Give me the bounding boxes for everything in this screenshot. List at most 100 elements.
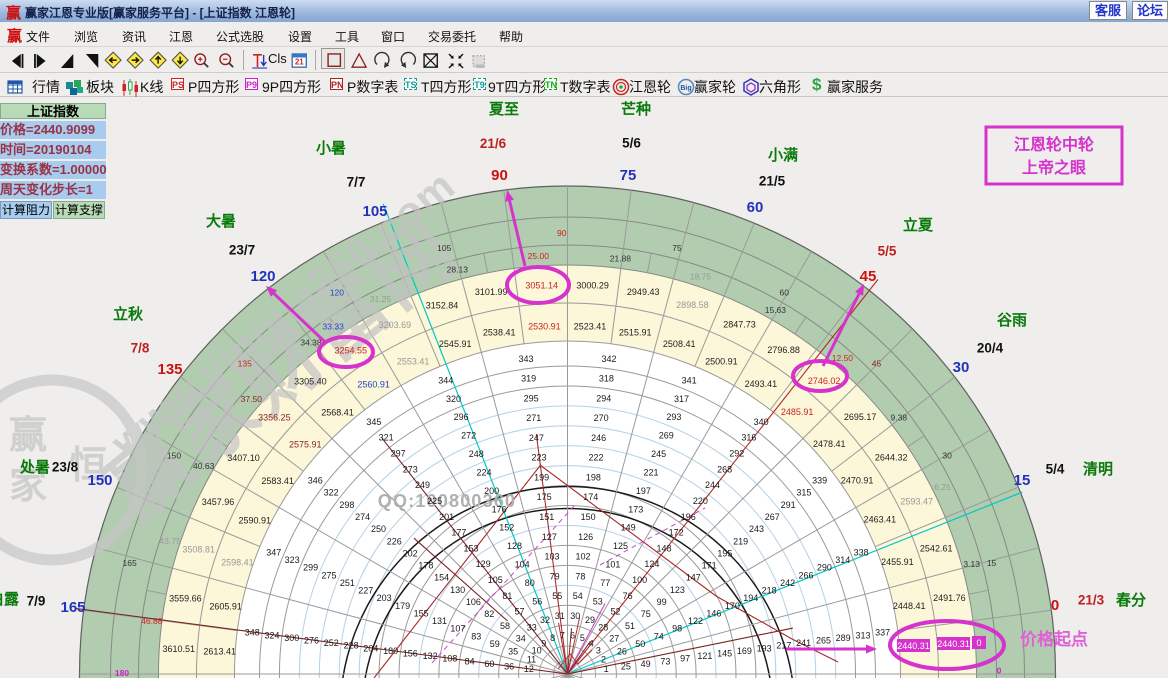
svg-text:123: 123 (670, 585, 685, 595)
svg-text:102: 102 (575, 552, 590, 562)
svg-text:171: 171 (702, 561, 717, 571)
svg-text:172: 172 (669, 528, 684, 538)
svg-text:2542.61: 2542.61 (920, 544, 953, 554)
svg-text:60: 60 (484, 659, 494, 669)
svg-text:219: 219 (733, 536, 748, 546)
svg-text:337: 337 (875, 628, 890, 638)
svg-text:2491.76: 2491.76 (933, 593, 966, 603)
svg-text:59: 59 (490, 639, 500, 649)
svg-text:346: 346 (308, 476, 323, 486)
svg-text:272: 272 (461, 431, 476, 441)
svg-text:195: 195 (717, 548, 732, 558)
svg-text:2847.73: 2847.73 (723, 320, 756, 330)
svg-text:0: 0 (1051, 597, 1059, 614)
svg-text:立夏: 立夏 (903, 216, 934, 234)
svg-text:23/7: 23/7 (229, 243, 255, 258)
svg-text:21/5: 21/5 (759, 174, 786, 189)
svg-text:246: 246 (591, 433, 606, 443)
svg-text:2568.41: 2568.41 (321, 407, 354, 417)
svg-text:20/4: 20/4 (977, 341, 1004, 356)
svg-text:99: 99 (657, 597, 667, 607)
svg-text:15: 15 (987, 558, 997, 568)
svg-text:243: 243 (749, 524, 764, 534)
svg-text:3254.55: 3254.55 (335, 346, 368, 356)
svg-text:73: 73 (660, 656, 670, 666)
svg-text:0: 0 (976, 638, 981, 648)
svg-text:12.50: 12.50 (832, 353, 854, 363)
svg-text:75: 75 (672, 243, 682, 253)
svg-text:198: 198 (586, 473, 601, 483)
svg-text:348: 348 (245, 628, 260, 638)
svg-text:2: 2 (601, 654, 606, 664)
svg-text:227: 227 (358, 586, 373, 596)
svg-text:3305.40: 3305.40 (294, 377, 327, 387)
svg-text:50: 50 (635, 639, 645, 649)
svg-text:316: 316 (741, 433, 756, 443)
svg-text:298: 298 (339, 500, 354, 510)
svg-text:55: 55 (552, 591, 562, 601)
svg-text:289: 289 (836, 633, 851, 643)
svg-text:225: 225 (427, 496, 442, 506)
svg-text:269: 269 (659, 431, 674, 441)
svg-text:3610.51: 3610.51 (163, 644, 196, 654)
svg-text:341: 341 (682, 375, 697, 385)
svg-text:101: 101 (605, 560, 620, 570)
svg-text:15: 15 (1014, 472, 1031, 489)
svg-text:30: 30 (570, 611, 580, 621)
svg-text:90: 90 (557, 228, 567, 238)
svg-text:315: 315 (796, 488, 811, 498)
svg-text:313: 313 (855, 630, 870, 640)
svg-text:29: 29 (585, 615, 595, 625)
svg-text:3508.81: 3508.81 (182, 544, 215, 554)
svg-text:176: 176 (492, 504, 507, 514)
svg-text:谷雨: 谷雨 (997, 312, 1027, 329)
svg-text:54: 54 (573, 591, 583, 601)
svg-text:49: 49 (641, 659, 651, 669)
svg-text:0: 0 (997, 666, 1002, 676)
svg-text:3051.14: 3051.14 (525, 281, 558, 291)
svg-text:247: 247 (529, 433, 544, 443)
svg-text:46.88: 46.88 (141, 616, 163, 626)
svg-text:77: 77 (600, 578, 610, 588)
svg-text:2493.41: 2493.41 (745, 379, 778, 389)
svg-text:36: 36 (504, 662, 514, 672)
svg-text:223: 223 (531, 453, 546, 463)
svg-text:318: 318 (599, 374, 614, 384)
svg-text:6: 6 (570, 631, 575, 641)
svg-text:芒种: 芒种 (621, 100, 651, 118)
svg-text:15.63: 15.63 (765, 305, 787, 315)
svg-text:43.75: 43.75 (160, 536, 182, 546)
svg-text:294: 294 (596, 393, 611, 403)
svg-text:3407.10: 3407.10 (227, 453, 260, 463)
svg-text:2898.58: 2898.58 (676, 300, 709, 310)
svg-text:147: 147 (686, 573, 701, 583)
svg-text:200: 200 (484, 486, 499, 496)
svg-text:35: 35 (508, 647, 518, 657)
svg-text:145: 145 (717, 649, 732, 659)
svg-text:220: 220 (693, 496, 708, 506)
svg-text:28.13: 28.13 (447, 265, 469, 275)
svg-text:立秋: 立秋 (113, 305, 144, 323)
svg-text:105: 105 (488, 575, 503, 585)
svg-text:342: 342 (601, 354, 616, 364)
svg-text:18.75: 18.75 (690, 272, 712, 282)
svg-text:199: 199 (534, 473, 549, 483)
svg-text:3101.99: 3101.99 (475, 287, 508, 297)
svg-text:2598.41: 2598.41 (221, 557, 254, 567)
svg-text:江恩轮中轮: 江恩轮中轮 (1014, 135, 1094, 154)
svg-text:135: 135 (238, 358, 252, 368)
svg-text:上帝之眼: 上帝之眼 (1022, 158, 1086, 177)
svg-text:74: 74 (654, 631, 664, 641)
svg-text:90: 90 (491, 167, 508, 184)
svg-text:2485.91: 2485.91 (781, 407, 814, 417)
svg-text:处暑: 处暑 (19, 458, 50, 476)
svg-text:40.63: 40.63 (193, 461, 215, 471)
svg-text:2538.41: 2538.41 (483, 327, 516, 337)
svg-text:296: 296 (454, 412, 469, 422)
svg-text:273: 273 (403, 464, 418, 474)
svg-text:131: 131 (432, 616, 447, 626)
svg-text:174: 174 (583, 492, 598, 502)
svg-text:78: 78 (575, 571, 585, 581)
svg-text:75: 75 (641, 609, 651, 619)
svg-text:小满: 小满 (768, 146, 798, 164)
